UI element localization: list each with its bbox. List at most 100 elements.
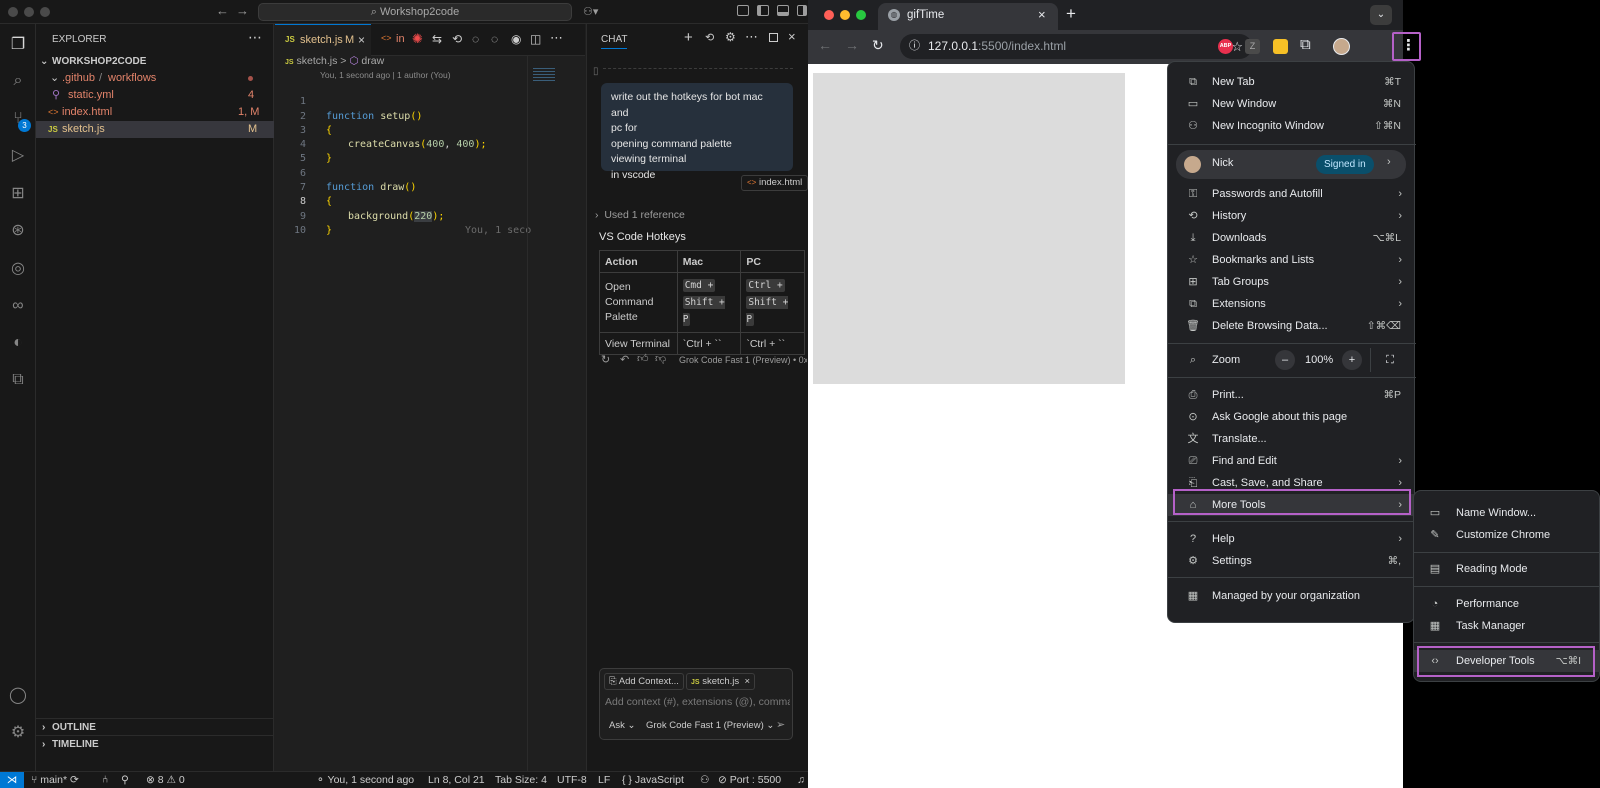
maximize-window-button[interactable]	[40, 7, 50, 17]
thumbs-up-icon[interactable]: 👍︎	[637, 352, 649, 365]
explorer-icon[interactable]: ❐	[7, 34, 29, 56]
fullscreen-icon[interactable]: ⛶	[1380, 350, 1400, 370]
extensions-puzzle-icon[interactable]: ⧉	[1300, 36, 1311, 53]
chat-input[interactable]: Add context (#), extensions (@), command…	[605, 696, 790, 708]
model-picker[interactable]: Grok Code Fast 1 (Preview) ⌄	[646, 720, 774, 731]
git-graph-icon[interactable]: ⊛	[7, 220, 29, 242]
gear-icon[interactable]: ⚙	[725, 30, 736, 44]
submenu-item-name-window[interactable]: ▭ Name Window...	[1414, 502, 1600, 524]
avatar[interactable]	[1333, 38, 1350, 55]
menu-item-translate[interactable]: 文 Translate...	[1168, 428, 1416, 450]
forward-arrow-icon[interactable]: →	[236, 3, 249, 18]
run-debug-icon[interactable]: ▷	[7, 145, 29, 167]
menu-item-print[interactable]: ⎙ Print... ⌘P	[1168, 384, 1416, 406]
close-window-button[interactable]	[8, 7, 18, 17]
adblock-extension-icon[interactable]: ABP	[1218, 39, 1233, 54]
menu-item-ask-google[interactable]: ⊙ Ask Google about this page	[1168, 406, 1416, 428]
toggle-sidebar-icon[interactable]	[757, 5, 769, 16]
menu-item-settings[interactable]: ⚙ Settings ⌘,	[1168, 550, 1416, 572]
split-editor-icon[interactable]: ◫	[530, 32, 541, 46]
breadcrumb-symbol[interactable]: draw	[361, 55, 384, 67]
outline-section[interactable]: › OUTLINE	[36, 718, 274, 735]
history-icon[interactable]: ⟲	[705, 31, 714, 44]
rocket-icon[interactable]: ⚲	[121, 772, 129, 788]
menu-item-extensions[interactable]: ⧉ Extensions ›	[1168, 293, 1416, 315]
tree-item-static-yml[interactable]: ⚲ static.yml 4	[36, 87, 274, 104]
menu-item-bookmarks[interactable]: ☆ Bookmarks and Lists ›	[1168, 249, 1416, 271]
copilot-status-icon[interactable]: ⚇	[700, 772, 709, 788]
more-actions-icon[interactable]: ⋯	[248, 29, 262, 46]
address-bar[interactable]: ⓘ 127.0.0.1:5500/index.html ☆	[900, 34, 1252, 59]
remote-explorer-icon[interactable]: ◎	[7, 258, 29, 280]
encoding[interactable]: UTF-8	[557, 772, 587, 788]
search-icon[interactable]: ⌕	[7, 70, 29, 92]
back-arrow-icon[interactable]: ←	[216, 3, 229, 18]
submenu-item-task-manager[interactable]: ▦ Task Manager	[1414, 615, 1600, 637]
project-folder-header[interactable]: ⌄ WORKSHOP2CODE	[36, 53, 274, 70]
run-icon[interactable]: ◉	[511, 32, 521, 46]
mode-picker[interactable]: Ask ⌄	[609, 720, 635, 731]
code-area[interactable]: 1 function setup() 2 { 3 createCanvas(40…	[275, 81, 531, 241]
copilot-icon[interactable]: ⚇▾	[583, 5, 598, 18]
menu-item-passwords[interactable]: ⚿ Passwords and Autofill ›	[1168, 183, 1416, 205]
close-icon[interactable]: ×	[788, 29, 796, 44]
menu-item-managed[interactable]: ▦ Managed by your organization	[1168, 585, 1416, 607]
kebab-menu-icon[interactable]: ⋮	[1401, 36, 1416, 54]
reload-icon[interactable]: ↻	[872, 37, 884, 54]
timeline-icon[interactable]: ⟲	[452, 32, 462, 46]
sticky-note-extension-icon[interactable]	[1273, 39, 1288, 54]
minimize-window-button[interactable]	[24, 7, 34, 17]
back-arrow-icon[interactable]: ←	[818, 37, 832, 53]
branch-status[interactable]: ⑂ main* ⟳	[31, 772, 79, 788]
tree-item-workflows[interactable]: ⌄ .github / workflows	[36, 70, 274, 87]
bookmark-star-icon[interactable]: ☆	[1231, 34, 1243, 59]
tab-sketch-js[interactable]: JS sketch.js M ×	[275, 24, 371, 56]
accounts-icon[interactable]: ◯	[7, 685, 29, 707]
live-preview-icon[interactable]: ✺	[412, 31, 423, 47]
maximize-window-button[interactable]	[856, 10, 866, 20]
close-window-button[interactable]	[824, 10, 834, 20]
blame-codelens[interactable]: You, 1 second ago | 1 author (You)	[320, 70, 451, 80]
context-file-chip[interactable]: JS sketch.js ×	[686, 673, 755, 690]
profile-row[interactable]: Nick Signed in ›	[1176, 150, 1406, 179]
menu-item-find-edit[interactable]: ⎚ Find and Edit ›	[1168, 450, 1416, 472]
tree-item-index-html[interactable]: <> index.html 1, M	[36, 104, 274, 121]
menu-item-history[interactable]: ⟲ History ›	[1168, 205, 1416, 227]
submenu-item-customize[interactable]: ✎ Customize Chrome	[1414, 524, 1600, 546]
menu-item-tab-groups[interactable]: ⊞ Tab Groups ›	[1168, 271, 1416, 293]
tab-index-html[interactable]: in	[396, 33, 405, 45]
live-server-port[interactable]: ⊘ Port : 5500	[718, 772, 781, 788]
submenu-item-performance[interactable]: ◔ Performance	[1414, 593, 1600, 615]
remove-chip-icon[interactable]: ×	[742, 676, 750, 687]
p5-canvas[interactable]	[813, 73, 1125, 384]
extension-icon[interactable]: Z	[1245, 39, 1260, 54]
problems-status[interactable]: ⊗ 8 ⚠ 0	[146, 772, 185, 788]
cursor-position[interactable]: Ln 8, Col 21	[428, 772, 485, 788]
language-mode[interactable]: { } JavaScript	[622, 772, 684, 788]
send-icon[interactable]: ➢	[776, 718, 785, 731]
menu-item-downloads[interactable]: ⤓ Downloads ⌥⌘L	[1168, 227, 1416, 249]
notifications-icon[interactable]: ♫	[797, 772, 805, 788]
source-control-icon[interactable]: ⑂ 3	[7, 108, 31, 132]
site-info-icon[interactable]: ⓘ	[909, 34, 920, 59]
new-tab-icon[interactable]: +	[1066, 4, 1076, 24]
command-center-search[interactable]: ⌕ Workshop2code	[258, 3, 572, 21]
tree-item-sketch-js[interactable]: JS sketch.js M	[36, 121, 274, 138]
menu-item-new-incognito[interactable]: ⚇ New Incognito Window ⇧⌘N	[1168, 115, 1416, 137]
zoom-in-button[interactable]: +	[1342, 350, 1362, 370]
toggle-panel-icon[interactable]	[777, 5, 789, 16]
close-tab-icon[interactable]: ×	[1038, 7, 1046, 22]
menu-item-help[interactable]: ? Help ›	[1168, 528, 1416, 550]
undo-icon[interactable]: ↶	[620, 353, 629, 366]
thumbs-down-icon[interactable]: 👎︎	[655, 352, 666, 365]
layout-icon[interactable]	[737, 5, 749, 16]
zoom-out-button[interactable]: –	[1275, 350, 1295, 370]
submenu-item-reading-mode[interactable]: ▤ Reading Mode	[1414, 558, 1600, 580]
add-context-button[interactable]: ⎘ Add Context...	[604, 673, 684, 690]
minimize-window-button[interactable]	[840, 10, 850, 20]
forward-arrow-icon[interactable]: →	[845, 37, 859, 53]
chat-more-icon[interactable]: ⋯	[745, 29, 758, 45]
breadcrumb-file[interactable]: sketch.js	[296, 55, 337, 67]
remote-indicator-icon[interactable]: ⋊	[0, 772, 24, 788]
git-graph-status-icon[interactable]: ⑃	[102, 772, 108, 788]
